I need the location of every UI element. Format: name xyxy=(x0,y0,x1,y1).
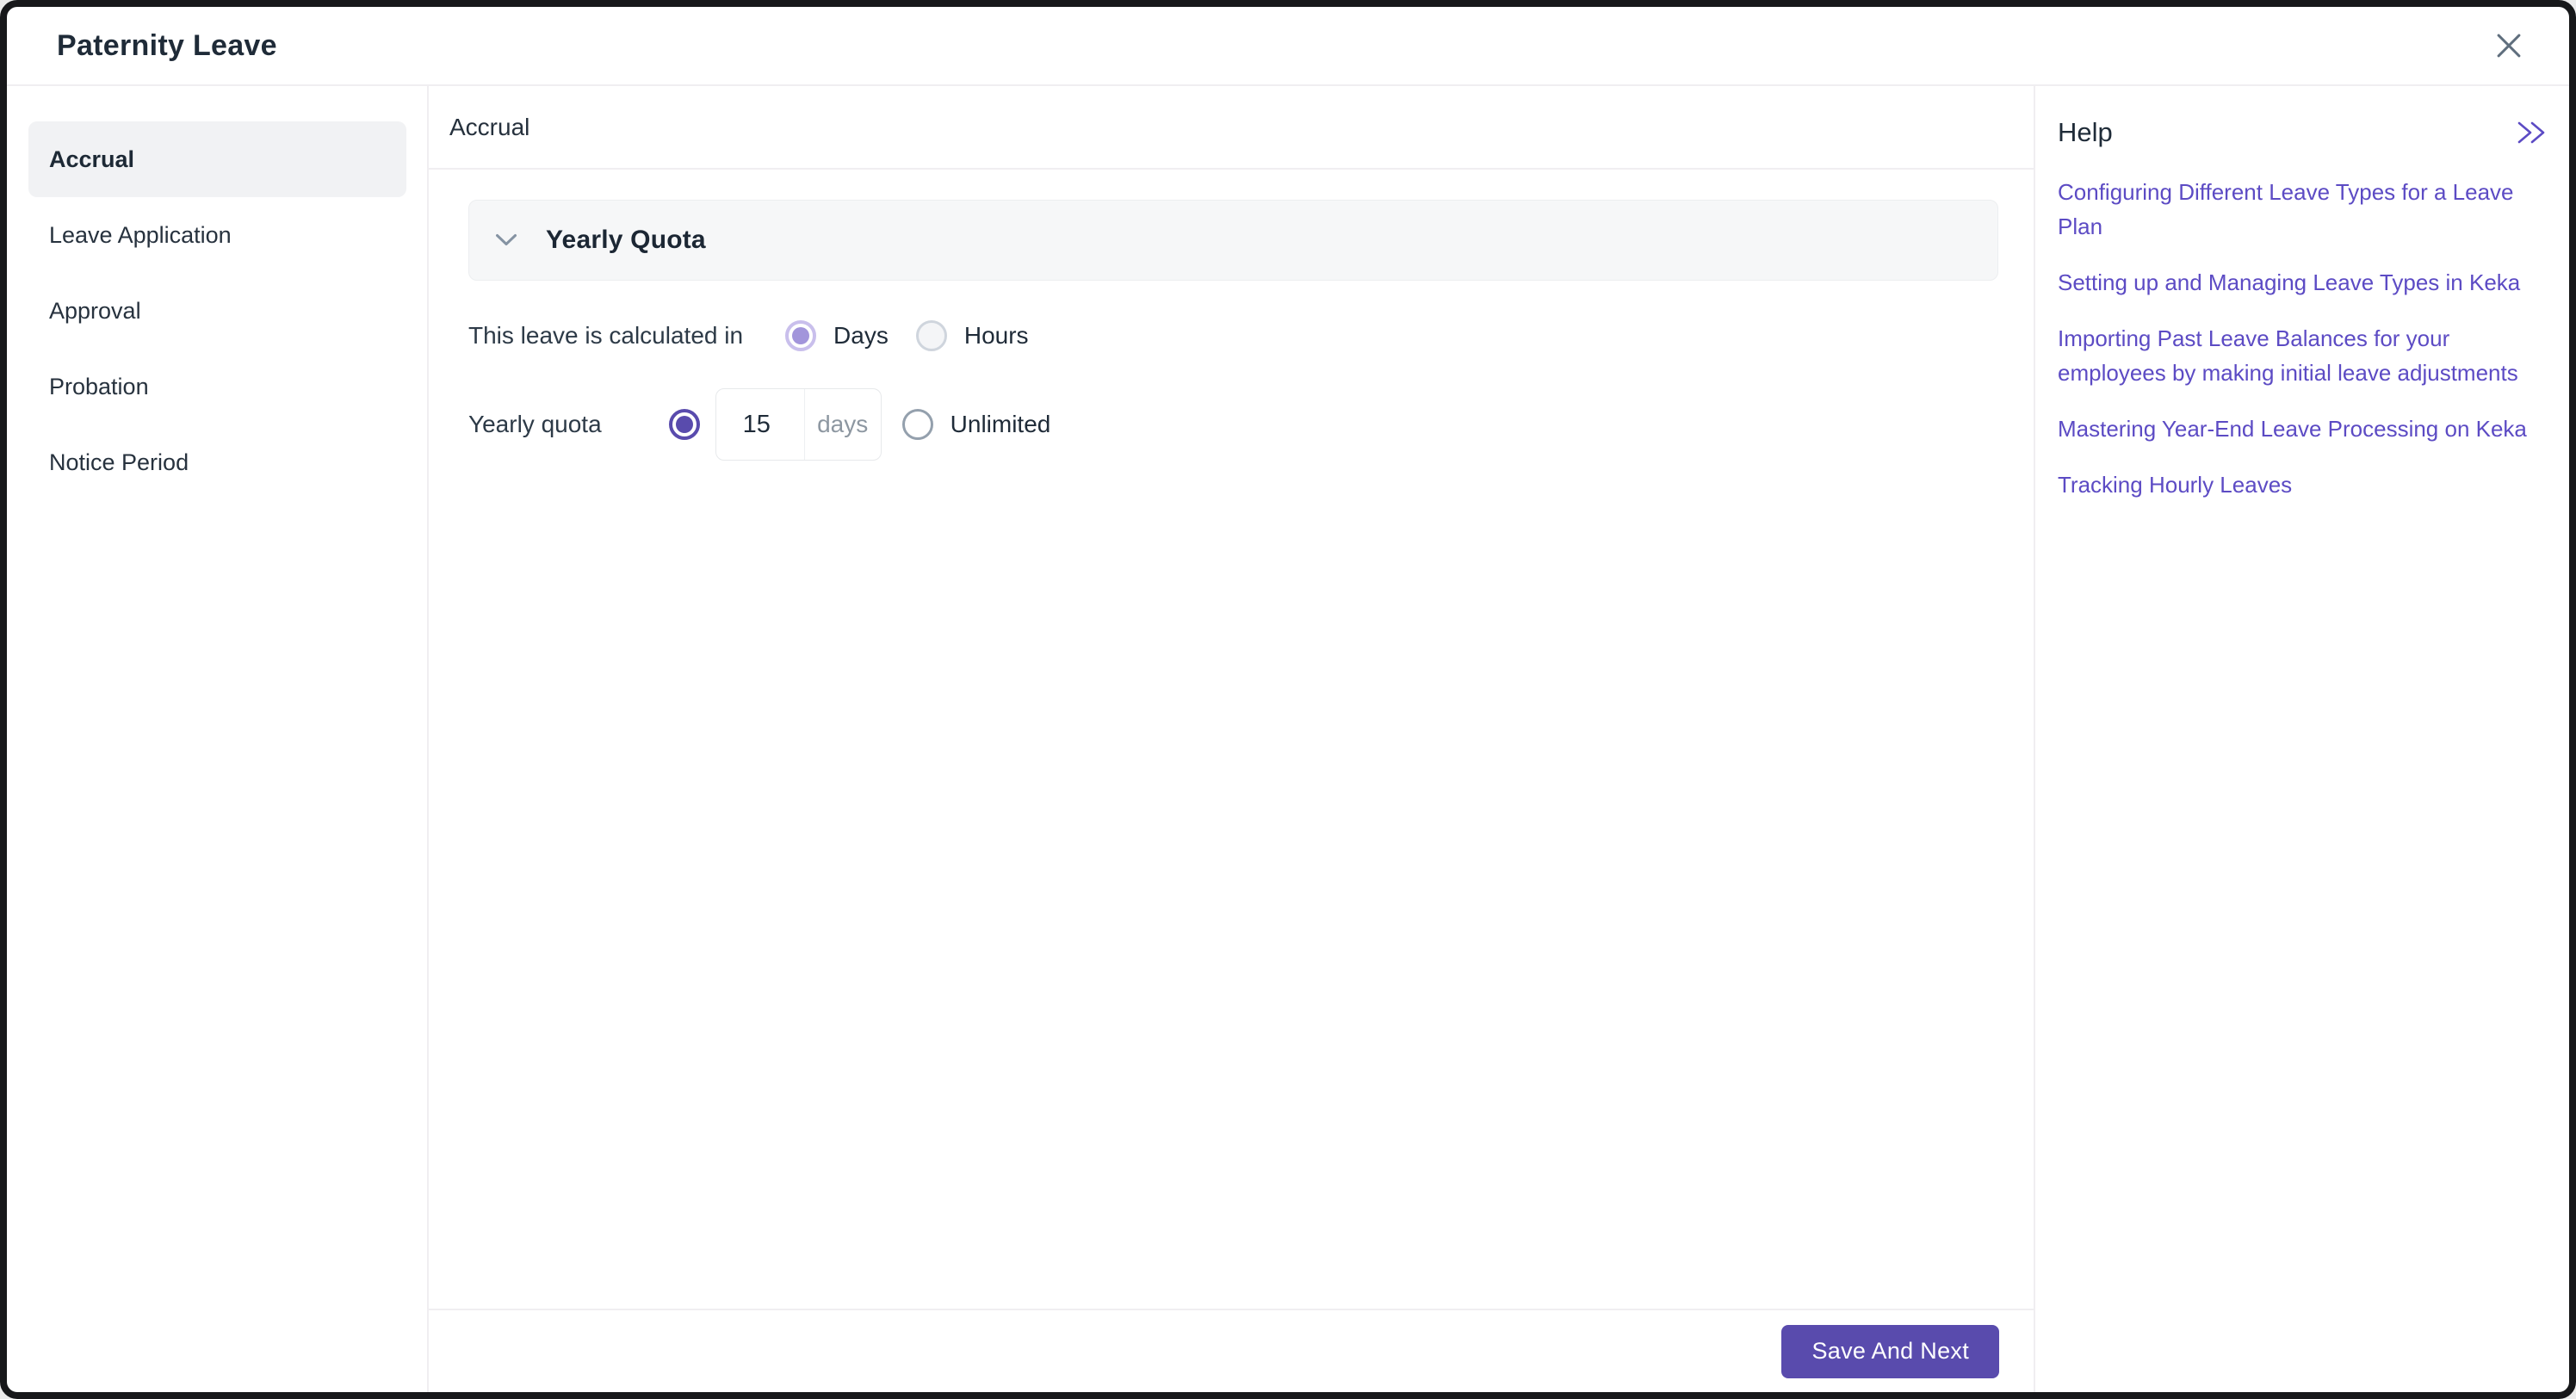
section-title: Yearly Quota xyxy=(546,226,706,254)
chevron-down-icon xyxy=(495,233,517,247)
main-panel: Accrual Yearly Quota This leave is calcu… xyxy=(429,86,2035,1392)
collapse-help-button[interactable] xyxy=(2514,119,2547,146)
help-link-managing-leave-types[interactable]: Setting up and Managing Leave Types in K… xyxy=(2058,265,2552,300)
modal-titlebar: Paternity Leave xyxy=(7,7,2569,86)
unlimited-radio-label[interactable]: Unlimited xyxy=(951,411,1051,438)
quota-amount-radio[interactable] xyxy=(668,409,700,440)
help-link-importing-past-balances[interactable]: Importing Past Leave Balances for your e… xyxy=(2058,321,2552,390)
sidebar-item-probation[interactable]: Probation xyxy=(28,349,406,424)
sidebar-item-approval[interactable]: Approval xyxy=(28,273,406,349)
modal-body: Accrual Leave Application Approval Proba… xyxy=(7,86,2569,1392)
help-links: Configuring Different Leave Types for a … xyxy=(2058,175,2552,502)
option-hours: Hours xyxy=(915,320,1029,351)
unlimited-radio[interactable] xyxy=(901,409,933,440)
help-link-configuring-leave-types[interactable]: Configuring Different Leave Types for a … xyxy=(2058,175,2552,244)
quota-value-input[interactable] xyxy=(715,389,804,460)
form-footer: Save And Next xyxy=(429,1309,2034,1392)
help-panel: Help Configuring Different Leave Types f… xyxy=(2035,86,2569,1392)
help-header: Help xyxy=(2058,117,2552,148)
leave-settings-modal: Paternity Leave Accrual Leave Applicatio… xyxy=(0,0,2576,1399)
yearly-quota-section-header[interactable]: Yearly Quota xyxy=(468,200,1998,281)
modal-title: Paternity Leave xyxy=(57,28,277,62)
double-chevron-right-icon xyxy=(2514,119,2547,146)
calculated-in-label: This leave is calculated in xyxy=(468,322,744,349)
option-unlimited: Unlimited xyxy=(901,409,1051,440)
hours-radio[interactable] xyxy=(915,320,947,351)
page-title: Accrual xyxy=(449,113,530,140)
close-icon xyxy=(2491,28,2527,64)
option-days: Days xyxy=(785,320,889,351)
close-button[interactable] xyxy=(2486,23,2531,68)
help-title: Help xyxy=(2058,117,2113,147)
help-link-year-end-processing[interactable]: Mastering Year-End Leave Processing on K… xyxy=(2058,412,2552,446)
settings-sidebar: Accrual Leave Application Approval Proba… xyxy=(7,86,429,1392)
accrual-form: Yearly Quota This leave is calculated in… xyxy=(429,170,2034,1309)
hours-radio-label[interactable]: Hours xyxy=(964,322,1029,350)
main-header: Accrual xyxy=(429,86,2034,170)
help-link-tracking-hourly-leaves[interactable]: Tracking Hourly Leaves xyxy=(2058,467,2552,502)
quota-unit-label: days xyxy=(803,389,881,460)
days-radio-label[interactable]: Days xyxy=(833,322,889,350)
quota-input-group: days xyxy=(715,388,882,461)
days-radio[interactable] xyxy=(785,320,817,351)
save-and-next-button[interactable]: Save And Next xyxy=(1781,1324,1999,1378)
calculated-in-row: This leave is calculated in Days Hours xyxy=(468,307,1998,364)
yearly-quota-row: Yearly quota days Unlimited xyxy=(468,388,1998,461)
sidebar-item-leave-application[interactable]: Leave Application xyxy=(28,197,406,273)
sidebar-item-accrual[interactable]: Accrual xyxy=(28,121,406,197)
yearly-quota-label: Yearly quota xyxy=(468,411,602,437)
sidebar-item-notice-period[interactable]: Notice Period xyxy=(28,424,406,500)
